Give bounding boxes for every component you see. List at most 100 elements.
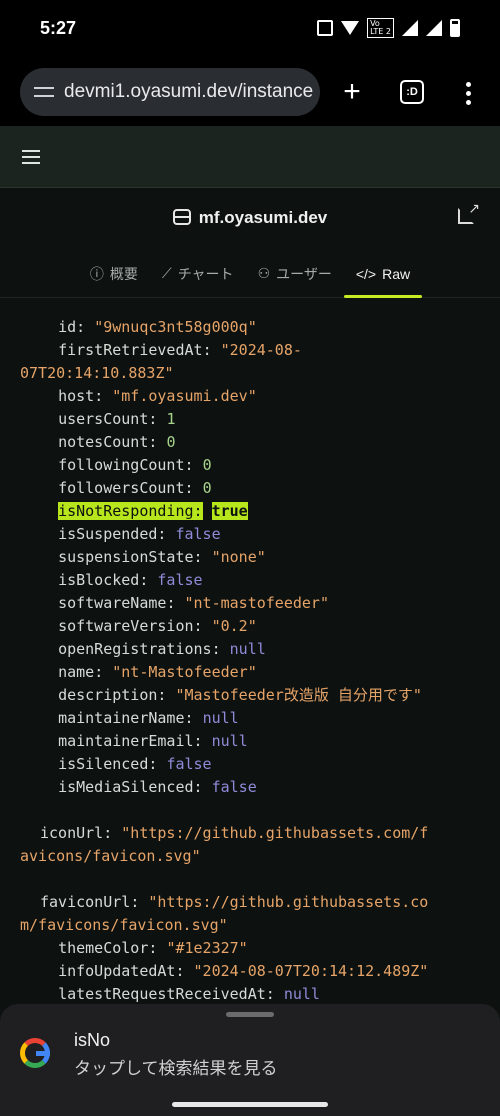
tab-users[interactable]: ⚇ ユーザー — [246, 250, 344, 298]
find-suggestion-sheet[interactable]: isNo タップして検索結果を見る — [0, 1004, 500, 1116]
json-key: firstRetrievedAt — [58, 341, 203, 359]
json-key: maintainerName — [58, 709, 185, 727]
site-settings-icon[interactable] — [34, 84, 54, 100]
menu-icon[interactable] — [22, 150, 40, 168]
json-key: iconUrl — [40, 824, 104, 842]
tab-label: チャート — [177, 265, 234, 282]
json-value: 0 — [166, 433, 176, 451]
tab-bar: ⓘ 概要 ⟋ チャート ⚇ ユーザー </> Raw — [0, 250, 500, 298]
external-link-icon[interactable] — [458, 200, 480, 224]
json-value: "Mastofeeder改造版 自分用です" — [175, 686, 422, 704]
json-key: faviconUrl — [40, 893, 131, 911]
code-line: followingCount: 0 — [58, 456, 212, 474]
json-key: isSuspended — [58, 525, 158, 543]
json-value: false — [157, 571, 203, 589]
json-value: "9wnuqc3nt58g000q" — [94, 318, 257, 336]
json-value: null — [229, 640, 266, 658]
status-icons: Vo LTE 2 — [317, 18, 460, 38]
code-line: isMediaSilenced: false — [58, 778, 257, 796]
json-value: null — [283, 985, 320, 1003]
clock: 5:27 — [40, 18, 77, 38]
tab-label: Raw — [382, 265, 411, 282]
json-value: true — [211, 502, 248, 520]
signal-icon-2 — [426, 20, 442, 36]
code-line: host: "mf.oyasumi.dev" — [58, 387, 257, 405]
json-key: isMediaSilenced — [58, 778, 194, 796]
code-line: themeColor: "#1e2327" — [58, 939, 248, 957]
json-key: suspensionState — [58, 548, 194, 566]
address-bar[interactable]: devmi1.oyasumi.dev/instance — [20, 68, 320, 116]
code-line-continuation: 07T20:14:10.883Z" — [20, 364, 174, 382]
json-value: "2024-08-07T20:14:12.489Z" — [193, 962, 429, 980]
tab-chart[interactable]: ⟋ チャート — [150, 250, 246, 298]
code-line: description: "Mastofeeder改造版 自分用です" — [58, 686, 422, 704]
tab-label: 概要 — [109, 265, 138, 282]
json-value: 0 — [202, 479, 212, 497]
json-key: host — [58, 387, 95, 405]
json-value: "https://github.githubassets.com/f — [121, 824, 429, 842]
tab-switcher-button[interactable]: :D — [400, 80, 424, 104]
json-key: isBlocked — [58, 571, 140, 589]
search-query[interactable]: isNo — [74, 1030, 110, 1051]
battery-icon — [450, 19, 460, 37]
code-line: isBlocked: false — [58, 571, 203, 589]
web-page: mf.oyasumi.dev ⓘ 概要 ⟋ チャート ⚇ ユーザー </> Ra… — [0, 126, 500, 1116]
tab-raw[interactable]: </> Raw — [343, 250, 423, 298]
code-line: maintainerName: null — [58, 709, 239, 727]
wifi-icon — [341, 21, 360, 35]
app-header — [0, 126, 500, 188]
code-line: isSuspended: false — [58, 525, 221, 543]
gesture-bar[interactable] — [172, 1102, 328, 1107]
signal-icon — [402, 20, 418, 36]
chart-icon: ⟋ — [161, 265, 172, 281]
code-line: usersCount: 1 — [58, 410, 176, 428]
search-hint[interactable]: タップして検索結果を見る — [74, 1054, 278, 1079]
screen-record-icon — [317, 20, 334, 36]
json-key: infoUpdatedAt — [58, 962, 176, 980]
code-line: followersCount: 0 — [58, 479, 212, 497]
json-value: "mf.oyasumi.dev" — [112, 387, 257, 405]
users-icon: ⚇ — [257, 265, 271, 281]
json-value: false — [211, 778, 257, 796]
json-value: "https://github.githubassets.co — [148, 893, 429, 911]
json-key: isNotResponding — [58, 502, 194, 520]
code-line: openRegistrations: null — [58, 640, 266, 658]
json-key: openRegistrations — [58, 640, 212, 658]
json-key: latestRequestReceivedAt — [58, 985, 266, 1003]
json-key: followersCount — [58, 479, 185, 497]
browser-toolbar: devmi1.oyasumi.dev/instance + :D — [0, 60, 500, 126]
json-key: name — [58, 663, 95, 681]
json-value: "#1e2327" — [166, 939, 248, 957]
instance-header: mf.oyasumi.dev — [0, 188, 500, 250]
json-value: "0.2" — [211, 617, 257, 635]
code-icon: </> — [355, 265, 377, 282]
code-line: firstRetrievedAt: "2024-08- — [58, 341, 302, 359]
code-line-continuation: avicons/favicon.svg" — [20, 847, 201, 865]
info-icon: ⓘ — [89, 265, 104, 282]
json-key: description — [58, 686, 158, 704]
json-value: "2024-08- — [220, 341, 302, 359]
code-line: iconUrl: "https://github.githubassets.co… — [40, 824, 429, 842]
tab-overview[interactable]: ⓘ 概要 — [78, 250, 150, 298]
json-key: id — [58, 318, 77, 336]
url-text[interactable]: devmi1.oyasumi.dev/instance — [64, 81, 313, 103]
code-line: latestRequestReceivedAt: null — [58, 985, 320, 1003]
code-line: maintainerEmail: null — [58, 732, 248, 750]
json-value: null — [211, 732, 248, 750]
json-value: null — [202, 709, 239, 727]
raw-json-view: id: "9wnuqc3nt58g000q" firstRetrievedAt:… — [0, 298, 500, 1006]
new-tab-button[interactable]: + — [334, 74, 370, 110]
code-line: infoUpdatedAt: "2024-08-07T20:14:12.489Z… — [58, 962, 429, 980]
code-line: isSilenced: false — [58, 755, 212, 773]
more-menu-icon[interactable] — [466, 82, 472, 109]
json-key: notesCount — [58, 433, 149, 451]
drag-handle[interactable] — [226, 1012, 274, 1017]
google-icon — [20, 1038, 50, 1068]
json-key: softwareName — [58, 594, 167, 612]
json-key: maintainerEmail — [58, 732, 194, 750]
code-line-continuation: m/favicons/favicon.svg" — [20, 916, 228, 934]
tab-label: ユーザー — [276, 265, 332, 282]
json-key: isSilenced — [58, 755, 149, 773]
